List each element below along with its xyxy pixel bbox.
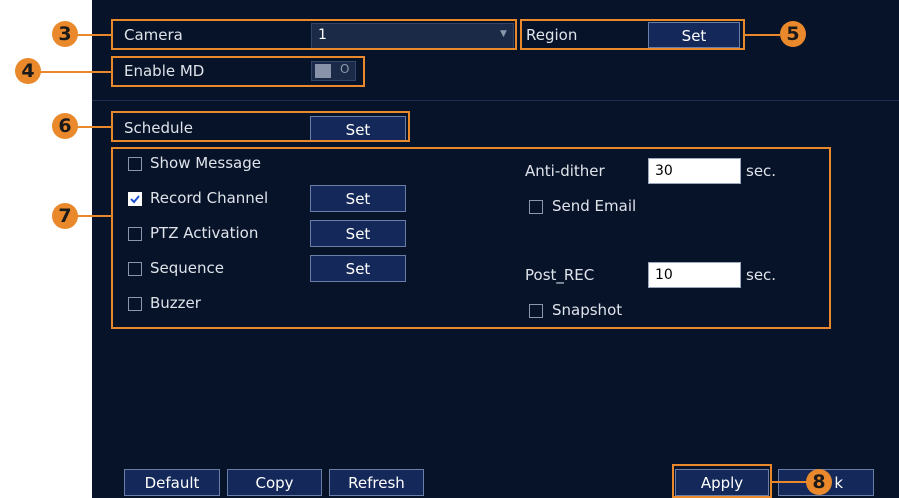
callout-line-4 [40,71,112,73]
anti-dither-input[interactable]: 30 [648,158,741,184]
callout-box-enable-md [111,56,365,87]
ptz-activation-label: PTZ Activation [150,224,259,242]
callout-badge-6: 6 [52,113,78,139]
callout-line-5 [744,34,780,36]
ptz-activation-set-button[interactable]: Set [310,220,406,247]
callout-box-camera [111,19,517,50]
callout-badge-4: 4 [15,58,41,84]
callout-box-apply [672,464,772,498]
post-rec-input[interactable]: 10 [648,262,741,288]
default-button[interactable]: Default [124,469,220,496]
sequence-set-button[interactable]: Set [310,255,406,282]
sequence-checkbox[interactable] [128,262,142,276]
callout-line-7 [77,215,112,217]
snapshot-label: Snapshot [552,301,623,319]
callout-line-6 [77,126,112,128]
check-icon [130,195,140,204]
record-channel-checkbox[interactable] [128,192,142,206]
callout-box-schedule [111,111,410,142]
show-message-label: Show Message [150,154,261,172]
callout-badge-7: 7 [52,203,78,229]
anti-dither-unit: sec. [746,162,777,180]
buzzer-checkbox[interactable] [128,297,142,311]
post-rec-label: Post_REC [525,266,595,284]
refresh-button[interactable]: Refresh [329,469,424,496]
snapshot-checkbox[interactable] [529,304,543,318]
callout-badge-5: 5 [780,21,806,47]
callout-badge-8: 8 [806,469,832,495]
sequence-label: Sequence [150,259,224,277]
send-email-checkbox[interactable] [529,200,543,214]
buzzer-label: Buzzer [150,294,201,312]
show-message-checkbox[interactable] [128,157,142,171]
divider [92,100,899,101]
anti-dither-label: Anti-dither [525,162,605,180]
post-rec-unit: sec. [746,266,777,284]
ptz-activation-checkbox[interactable] [128,227,142,241]
callout-line-3 [77,34,112,36]
callout-badge-3: 3 [52,21,78,47]
callout-box-region [520,19,745,50]
callout-line-8 [771,481,807,483]
record-channel-label: Record Channel [150,189,269,207]
record-channel-set-button[interactable]: Set [310,185,406,212]
send-email-label: Send Email [552,197,637,215]
copy-button[interactable]: Copy [227,469,322,496]
